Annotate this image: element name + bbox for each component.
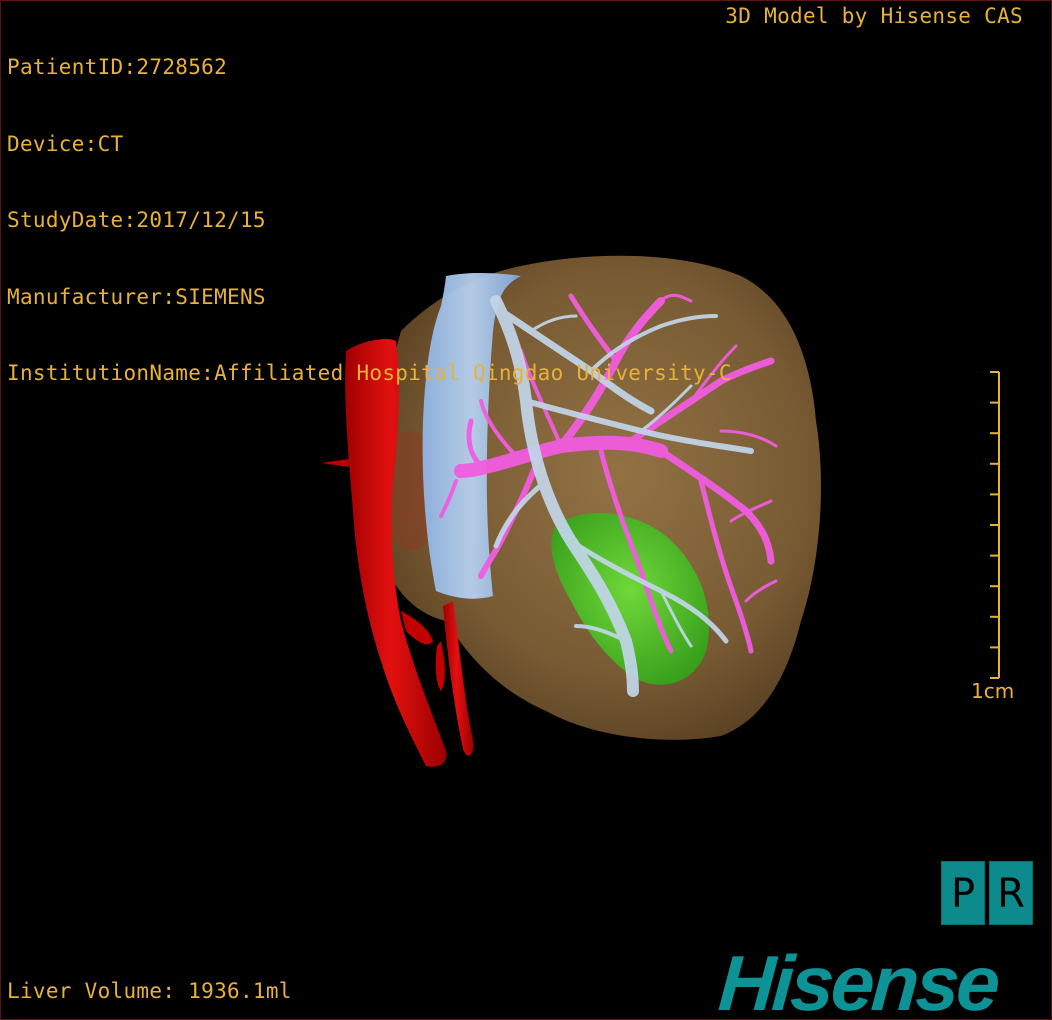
aorta-branch [321, 459, 349, 467]
scale-bar-ticks [990, 371, 999, 679]
iliac-sub-branch [435, 641, 445, 691]
study-date: StudyDate:2017/12/15 [7, 208, 266, 232]
posterior-view-button[interactable]: P [941, 861, 985, 925]
patient-id: PatientID:2728562 [7, 55, 228, 79]
scale-bar-label: 1cm [971, 679, 1015, 703]
manufacturer: Manufacturer:SIEMENS [7, 284, 266, 309]
view-orientation-buttons: P R [941, 861, 1033, 925]
hisense-logo: Hisense [715, 939, 1001, 1020]
3d-render-viewport[interactable]: PatientID:2728562 Device:CT StudyDate:20… [0, 0, 1052, 1020]
right-view-button[interactable]: R [989, 861, 1033, 925]
model-watermark: 3D Model by Hisense CAS [725, 4, 1023, 28]
device: Device:CT [7, 131, 124, 156]
institution-name: InstitutionName:Affiliated Hospital Qing… [7, 361, 732, 385]
patient-info-overlay: PatientID:2728562 Device:CT StudyDate:20… [7, 4, 732, 438]
liver-volume-readout: Liver Volume: 1936.1ml [7, 979, 292, 1003]
